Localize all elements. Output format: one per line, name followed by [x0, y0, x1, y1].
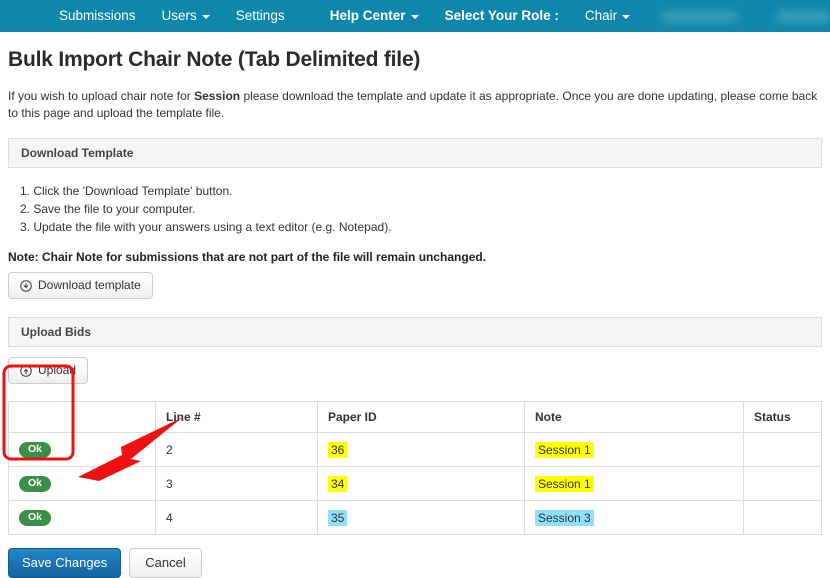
column-header-line: Line #	[155, 401, 318, 433]
highlighted-value: Session 1	[535, 441, 594, 458]
cell-line: 3	[155, 466, 318, 501]
nav-item-help-center[interactable]: Help Center	[317, 0, 432, 32]
intro-text-bold: Session	[194, 89, 241, 103]
page-content: Bulk Import Chair Note (Tab Delimited fi…	[0, 32, 830, 578]
cell-badge: Ok	[8, 432, 156, 467]
top-navbar: Submissions Users Settings Help Center S…	[0, 0, 830, 32]
nav-item-label: Select Your Role :	[444, 8, 559, 23]
nav-item-role-chair[interactable]: Chair	[572, 0, 643, 32]
nav-item-redacted-1[interactable]	[661, 9, 738, 23]
footer-button-bar: Save Changes Cancel	[8, 548, 822, 578]
table-row: Ok 3 34 Session 1	[8, 466, 822, 501]
download-steps-list: 1. Click the 'Download Template' button.…	[8, 182, 822, 236]
download-template-button[interactable]: Download template	[8, 272, 153, 299]
column-header-status: Status	[743, 401, 822, 433]
highlighted-value: 36	[328, 441, 348, 458]
status-badge: Ok	[19, 442, 52, 458]
nav-item-label: Help Center	[329, 8, 406, 23]
upload-bids-panel-heading: Upload Bids	[8, 317, 822, 347]
column-header-paper-id: Paper ID	[317, 401, 525, 433]
highlighted-value: 34	[328, 475, 348, 492]
nav-item-label: Chair	[584, 8, 618, 23]
upload-button-label: Upload	[38, 363, 77, 377]
cell-badge: Ok	[8, 500, 156, 535]
download-step: 3. Update the file with your answers usi…	[20, 220, 392, 234]
nav-item-redacted-2[interactable]	[775, 9, 830, 23]
chevron-down-icon	[622, 15, 631, 19]
cell-paper-id: 36	[317, 432, 525, 467]
table-row: Ok 2 36 Session 1	[8, 432, 822, 467]
column-header-note: Note	[524, 401, 744, 433]
nav-label-select-your-role: Select Your Role :	[432, 0, 572, 32]
upload-button[interactable]: Upload	[8, 357, 89, 384]
status-badge: Ok	[19, 476, 52, 492]
chair-note-warning: Note: Chair Note for submissions that ar…	[8, 250, 487, 264]
table-header: Line # Paper ID Note Status	[8, 401, 822, 433]
nav-item-settings[interactable]: Settings	[223, 0, 298, 32]
cell-badge: Ok	[8, 466, 156, 501]
cell-paper-id: 34	[317, 466, 525, 501]
chevron-down-icon	[410, 15, 419, 19]
save-changes-button[interactable]: Save Changes	[8, 548, 122, 578]
nav-item-label: Submissions	[59, 8, 136, 23]
cell-status	[743, 432, 822, 467]
upload-circle-icon	[20, 364, 32, 377]
table-body: Ok 2 36 Session 1 Ok 3 34 Session 1 Ok 4…	[8, 432, 822, 535]
nav-item-submissions[interactable]: Submissions	[46, 0, 149, 32]
download-step: 1. Click the 'Download Template' button.	[20, 184, 233, 198]
chevron-down-icon	[201, 15, 210, 19]
nav-item-label: Settings	[235, 8, 285, 23]
cell-note: Session 1	[524, 432, 744, 467]
nav-item-users[interactable]: Users	[149, 0, 223, 32]
cell-status	[743, 466, 822, 501]
table-row: Ok 4 35 Session 3	[8, 500, 822, 535]
cell-line: 2	[155, 432, 318, 467]
column-header-badge	[8, 401, 156, 433]
download-circle-icon	[20, 279, 32, 292]
status-badge: Ok	[19, 510, 52, 526]
highlighted-value: Session 1	[535, 475, 594, 492]
highlighted-value: Session 3	[535, 509, 594, 526]
cell-note: Session 3	[524, 500, 744, 535]
cell-status	[743, 500, 822, 535]
cell-line: 4	[155, 500, 318, 535]
download-template-button-label: Download template	[38, 278, 141, 292]
download-step: 2. Save the file to your computer.	[20, 202, 196, 216]
cell-paper-id: 35	[317, 500, 525, 535]
download-template-panel-heading: Download Template	[8, 138, 822, 168]
import-results-table: Line # Paper ID Note Status Ok 2 36 Sess…	[8, 401, 822, 535]
cell-note: Session 1	[524, 466, 744, 501]
table-header-row: Line # Paper ID Note Status	[8, 401, 822, 433]
nav-item-label: Users	[161, 8, 197, 23]
intro-paragraph: If you wish to upload chair note for Ses…	[8, 88, 818, 122]
page-title: Bulk Import Chair Note (Tab Delimited fi…	[8, 48, 421, 71]
cancel-button[interactable]: Cancel	[129, 548, 202, 578]
highlighted-value: 35	[328, 509, 348, 526]
intro-text-before: If you wish to upload chair note for	[8, 89, 195, 103]
